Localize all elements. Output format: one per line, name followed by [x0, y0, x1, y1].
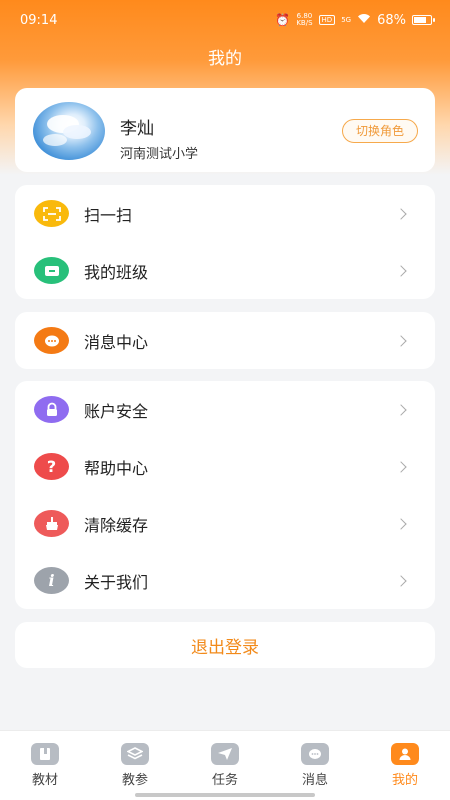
scan-icon — [34, 200, 69, 227]
tab-label: 我的 — [391, 773, 418, 788]
menu-label: 关于我们 — [84, 572, 149, 592]
signal-icon: 5G — [341, 15, 352, 24]
menu-group-settings: 账户安全 ? 帮助中心 清除缓存 i 关于我们 — [15, 381, 435, 609]
tab-label: 教参 — [121, 773, 148, 788]
chevron-right-icon — [395, 264, 407, 277]
status-bar: 09:14 ⏰ 6.80 KB/S HD 5G 68% — [0, 0, 450, 40]
page-title: 我的 — [208, 49, 242, 69]
menu-item-clear-cache[interactable]: 清除缓存 — [15, 495, 435, 552]
chevron-right-icon — [395, 517, 407, 530]
tab-label: 任务 — [211, 773, 238, 788]
book-icon — [31, 743, 59, 765]
message-icon — [34, 327, 69, 354]
chevron-right-icon — [395, 334, 407, 347]
tab-label: 消息 — [301, 773, 328, 788]
status-time: 09:14 — [20, 12, 58, 28]
lock-icon — [34, 396, 69, 423]
tab-tasks[interactable]: 任务 — [180, 731, 270, 800]
menu-label: 账户安全 — [84, 401, 149, 421]
layers-icon — [121, 743, 149, 765]
menu-label: 我的班级 — [84, 262, 149, 282]
logout-label: 退出登录 — [191, 637, 259, 658]
class-icon — [34, 257, 69, 284]
home-indicator[interactable] — [135, 793, 315, 797]
user-icon — [391, 743, 419, 765]
tab-messages[interactable]: 消息 — [270, 731, 360, 800]
chevron-right-icon — [395, 403, 407, 416]
bottom-tab-bar: 教材 教参 任务 消息 我的 — [0, 730, 450, 800]
menu-group-messages: 消息中心 — [15, 312, 435, 369]
menu-item-my-class[interactable]: 我的班级 — [15, 242, 435, 299]
menu-label: 扫一扫 — [84, 205, 133, 225]
menu-label: 清除缓存 — [84, 515, 149, 535]
tab-label: 教材 — [31, 773, 58, 788]
send-icon — [211, 743, 239, 765]
menu-group-tools: 扫一扫 我的班级 — [15, 185, 435, 299]
hd-badge: HD — [318, 15, 336, 25]
menu-item-about-us[interactable]: i 关于我们 — [15, 552, 435, 609]
chat-icon — [301, 743, 329, 765]
profile-card[interactable]: 李灿 河南测试小学 切换角色 — [15, 88, 435, 172]
net-speed: 6.80 KB/S — [296, 12, 313, 27]
wifi-icon — [357, 13, 371, 28]
help-icon: ? — [34, 453, 69, 480]
battery-percent: 68% — [377, 12, 406, 28]
menu-item-help-center[interactable]: ? 帮助中心 — [15, 438, 435, 495]
broom-icon — [34, 510, 69, 537]
menu-item-message-center[interactable]: 消息中心 — [15, 312, 435, 369]
status-icons: ⏰ 6.80 KB/S HD 5G 68% — [275, 12, 435, 28]
tab-mine[interactable]: 我的 — [360, 731, 450, 800]
tab-teaching-reference[interactable]: 教参 — [90, 731, 180, 800]
info-icon: i — [34, 567, 69, 594]
menu-item-account-security[interactable]: 账户安全 — [15, 381, 435, 438]
chevron-right-icon — [395, 574, 407, 587]
avatar[interactable] — [33, 102, 105, 160]
menu-label: 消息中心 — [84, 332, 149, 352]
chevron-right-icon — [395, 460, 407, 473]
alarm-icon: ⏰ — [275, 13, 291, 27]
profile-school: 河南测试小学 — [120, 147, 199, 162]
logout-button[interactable]: 退出登录 — [15, 622, 435, 668]
menu-label: 帮助中心 — [84, 458, 149, 478]
profile-name: 李灿 — [120, 119, 154, 139]
tab-textbook[interactable]: 教材 — [0, 731, 90, 800]
battery-icon — [412, 15, 435, 25]
chevron-right-icon — [395, 207, 407, 220]
menu-item-scan[interactable]: 扫一扫 — [15, 185, 435, 242]
switch-role-button[interactable]: 切换角色 — [341, 119, 418, 143]
